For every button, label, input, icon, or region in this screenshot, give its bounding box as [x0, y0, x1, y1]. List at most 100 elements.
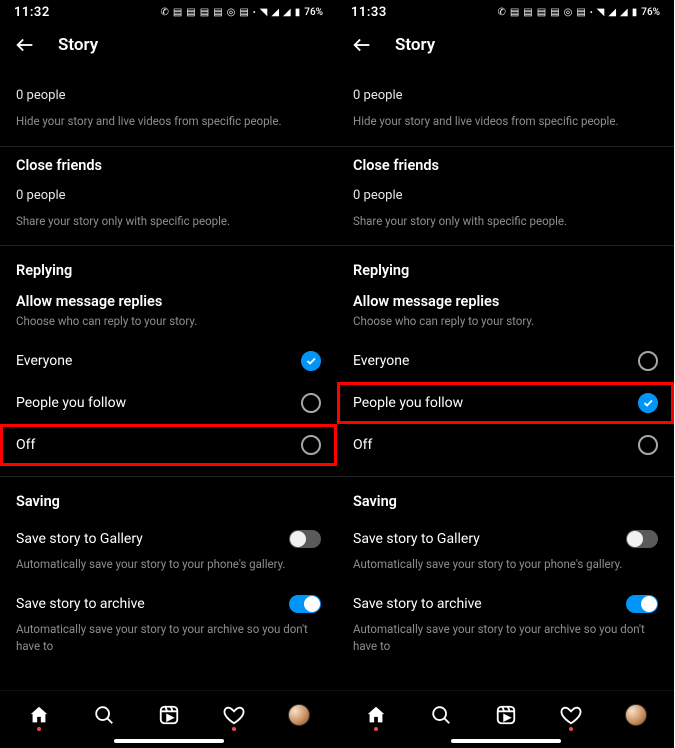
radio-people-you-follow[interactable]: People you follow	[337, 382, 674, 424]
status-icon: ▤	[550, 7, 559, 18]
allow-replies-group: Allow message replies Choose who can rep…	[337, 287, 674, 466]
signal-icon: ◢	[283, 7, 291, 18]
content: 0 people Hide your story and live videos…	[337, 70, 674, 690]
close-friends-title: Close friends	[353, 157, 658, 180]
save-archive-sub: Automatically save your story to your ar…	[0, 617, 337, 664]
notification-dot-icon	[37, 727, 41, 731]
nav-profile[interactable]	[624, 703, 648, 727]
allow-replies-group: Allow message replies Choose who can rep…	[0, 287, 337, 466]
radio-everyone[interactable]: Everyone	[337, 340, 674, 382]
nav-reels[interactable]	[157, 703, 181, 727]
status-icons: ✆ ▤ ▤ ▤ ▤ ◎ ▤ • ◥ ◢ ◢ ▮ 76%	[160, 7, 323, 18]
hide-story-item[interactable]: 0 people Hide your story and live videos…	[0, 70, 337, 142]
toggle-icon[interactable]	[289, 595, 321, 613]
nav-search[interactable]	[92, 703, 116, 727]
page-title: Story	[395, 35, 435, 55]
status-icon: ◎	[227, 7, 236, 18]
hide-sub: Hide your story and live videos from spe…	[16, 109, 321, 140]
battery-icon: ▮	[632, 7, 638, 18]
wifi-icon: ◥	[597, 7, 605, 18]
toggle-icon[interactable]	[289, 530, 321, 548]
nav-activity[interactable]	[222, 703, 246, 727]
status-icon: ◎	[564, 7, 573, 18]
radio-everyone-label: Everyone	[16, 353, 72, 369]
overflow-dot: •	[253, 8, 256, 17]
radio-everyone[interactable]: Everyone	[0, 340, 337, 382]
avatar-icon	[288, 704, 310, 726]
radio-follow-label: People you follow	[16, 395, 126, 411]
battery-text: 76%	[641, 7, 660, 18]
radio-off-label: Off	[16, 437, 35, 453]
nav-home[interactable]	[364, 703, 388, 727]
radio-icon	[301, 435, 321, 455]
close-friends-title: Close friends	[16, 157, 321, 180]
nav-reels[interactable]	[494, 703, 518, 727]
saving-label: Saving	[0, 477, 337, 518]
hide-sub: Hide your story and live videos from spe…	[353, 109, 658, 140]
replying-label: Replying	[337, 246, 674, 287]
save-gallery-row[interactable]: Save story to Gallery	[337, 518, 674, 552]
overflow-dot: •	[590, 8, 593, 17]
toggle-icon[interactable]	[626, 530, 658, 548]
hide-story-item[interactable]: 0 people Hide your story and live videos…	[337, 70, 674, 142]
save-gallery-sub: Automatically save your story to your ph…	[337, 552, 674, 583]
whatsapp-icon: ✆	[160, 7, 168, 18]
status-icon: ▤	[213, 7, 222, 18]
hide-count: 0 people	[353, 80, 658, 109]
status-icons: ✆ ▤ ▤ ▤ ▤ ◎ ▤ • ◥ ◢ ◢ ▮ 76%	[497, 7, 660, 18]
close-friends-item[interactable]: Close friends 0 people Share your story …	[0, 147, 337, 242]
avatar-icon	[625, 704, 647, 726]
save-archive-sub: Automatically save your story to your ar…	[337, 617, 674, 664]
close-friends-count: 0 people	[16, 180, 321, 209]
nav-profile[interactable]	[287, 703, 311, 727]
notification-dot-icon	[569, 727, 573, 731]
status-bar: 11:33 ✆ ▤ ▤ ▤ ▤ ◎ ▤ • ◥ ◢ ◢ ▮ 76%	[337, 0, 674, 22]
close-friends-count: 0 people	[353, 180, 658, 209]
radio-people-you-follow[interactable]: People you follow	[0, 382, 337, 424]
status-icon: ▤	[186, 7, 195, 18]
content: 0 people Hide your story and live videos…	[0, 70, 337, 690]
bottom-nav	[337, 690, 674, 734]
header: Story	[337, 22, 674, 70]
replying-label: Replying	[0, 246, 337, 287]
hide-count: 0 people	[16, 80, 321, 109]
nav-home[interactable]	[27, 703, 51, 727]
radio-off[interactable]: Off	[0, 424, 337, 466]
save-archive-label: Save story to archive	[353, 596, 482, 612]
radio-icon	[301, 351, 321, 371]
signal-icon: ◢	[620, 7, 628, 18]
toggle-icon[interactable]	[626, 595, 658, 613]
status-icon: ▤	[537, 7, 546, 18]
save-gallery-row[interactable]: Save story to Gallery	[0, 518, 337, 552]
allow-replies-title: Allow message replies	[0, 287, 337, 310]
gesture-bar	[0, 734, 337, 748]
status-icon: ▤	[510, 7, 519, 18]
close-friends-sub: Share your story only with specific peop…	[353, 209, 658, 240]
save-archive-row[interactable]: Save story to archive	[0, 583, 337, 617]
nav-search[interactable]	[429, 703, 453, 727]
status-icon: ▤	[173, 7, 182, 18]
header: Story	[0, 22, 337, 70]
radio-icon	[301, 393, 321, 413]
radio-follow-label: People you follow	[353, 395, 463, 411]
save-gallery-label: Save story to Gallery	[16, 531, 143, 547]
radio-icon	[638, 393, 658, 413]
clock: 11:32	[14, 5, 50, 20]
save-gallery-label: Save story to Gallery	[353, 531, 480, 547]
bottom-nav	[0, 690, 337, 734]
back-icon[interactable]	[351, 34, 373, 56]
allow-replies-sub: Choose who can reply to your story.	[337, 310, 674, 340]
clock: 11:33	[351, 5, 387, 20]
close-friends-item[interactable]: Close friends 0 people Share your story …	[337, 147, 674, 242]
status-icon: ▤	[200, 7, 209, 18]
radio-everyone-label: Everyone	[353, 353, 409, 369]
nav-activity[interactable]	[559, 703, 583, 727]
page-title: Story	[58, 35, 98, 55]
saving-label: Saving	[337, 477, 674, 518]
save-archive-row[interactable]: Save story to archive	[337, 583, 674, 617]
allow-replies-sub: Choose who can reply to your story.	[0, 310, 337, 340]
radio-icon	[638, 435, 658, 455]
radio-off[interactable]: Off	[337, 424, 674, 466]
gesture-bar	[337, 734, 674, 748]
back-icon[interactable]	[14, 34, 36, 56]
